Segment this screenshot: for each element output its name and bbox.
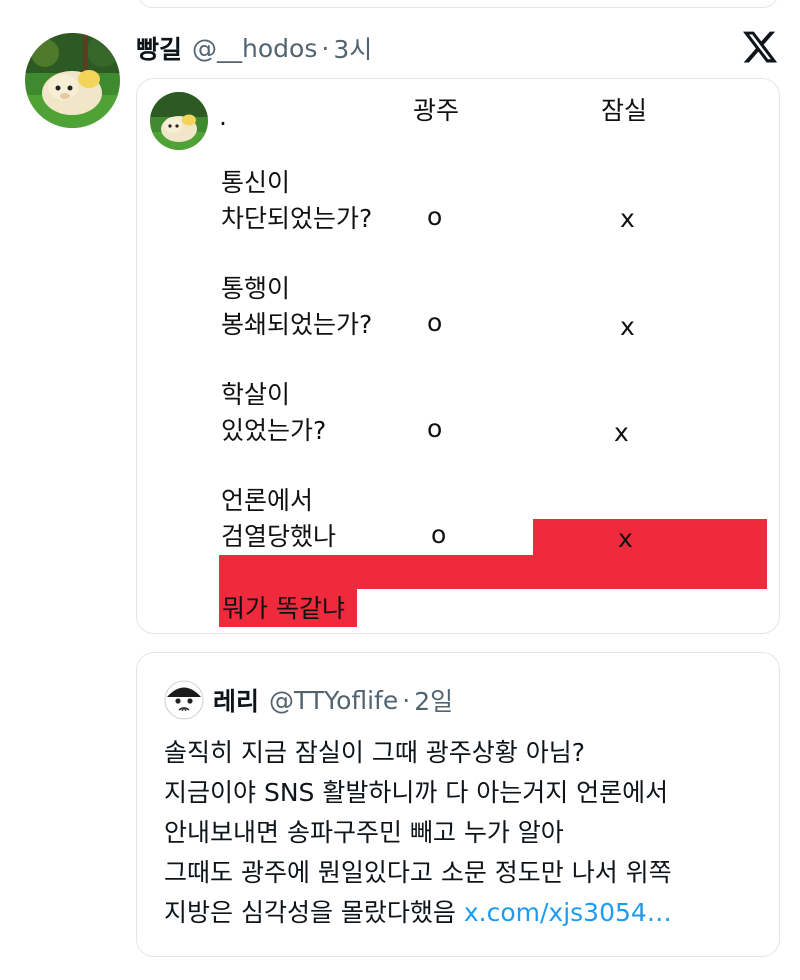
image-dot: . [219,102,227,131]
row-question-line2: 차단되었는가? [221,204,373,233]
quoted-text-line: 그때도 광주에 뭔일있다고 소문 정도만 나서 위쪽 [164,858,672,887]
author-name[interactable]: 빵길 [136,30,182,66]
row-jamsil-mark: x [614,418,629,447]
quoted-text-line: 솔직히 지금 잠실이 그때 광주상황 아님? [164,738,586,767]
row-gwangju-mark: o [427,308,443,337]
quoted-text-line: 안내보내면 송파구주민 빼고 누가 알아 [164,818,564,847]
attached-image[interactable]: . 광주 잠실 통신이 차단되었는가? o x 통행이 봉쇄되었는가? o x … [136,78,780,634]
author-avatar[interactable] [25,33,120,128]
tweet-header: 빵길 @__hodos · 3시 [136,30,372,66]
row-question-line2: 검열당했나 [221,522,337,551]
column-header-jamsil: 잠실 [601,96,648,125]
quoted-text-last-line: 지방은 심각성을 몰랐다했음 x.com/xjs3054… [164,893,672,933]
row-question-line1: 언론에서 [221,486,314,515]
author-handle[interactable]: @__hodos [192,34,317,63]
row-gwangju-mark: o [427,414,443,443]
image-caption: 뭐가 똑같냐 [222,594,345,623]
row-gwangju-mark: o [431,520,447,549]
quoted-author-handle: @TTYoflife [269,685,399,715]
separator-dot: · [321,33,330,63]
quoted-author-name: 레리 [213,687,260,716]
quoted-link[interactable]: x.com/xjs3054… [464,898,672,927]
quoted-text-line-end: 지방은 심각성을 몰랐다했음 [164,898,456,927]
quoted-author-avatar[interactable] [164,680,204,720]
tweet-time[interactable]: 3시 [333,30,372,66]
quoted-text-line: 지금이야 SNS 활발하니까 다 아는거지 언론에서 [164,778,669,807]
row-jamsil-mark: x [620,312,635,341]
image-avatar [150,92,208,150]
column-header-gwangju: 광주 [413,96,460,125]
red-highlight-band [219,555,767,589]
row-gwangju-mark: o [427,202,443,231]
row-question-line2: 있었는가? [221,416,327,445]
quoted-tweet-text: 솔직히 지금 잠실이 그때 광주상황 아님? 지금이야 SNS 활발하니까 다 … [164,733,672,933]
row-jamsil-mark: x [618,524,633,553]
row-question-line1: 학살이 [221,380,291,409]
separator-dot: · [402,685,411,715]
previous-card-edge [137,0,779,8]
quoted-tweet-header: 레리 @TTYoflife · 2일 [213,681,453,719]
row-question-line1: 통신이 [221,168,291,197]
x-logo-icon[interactable] [740,28,780,66]
row-question-line1: 통행이 [221,274,291,303]
quoted-tweet-time: 2일 [414,687,454,716]
row-question-line2: 봉쇄되었는가? [221,310,373,339]
row-jamsil-mark: x [620,204,635,233]
quoted-tweet-card[interactable]: 레리 @TTYoflife · 2일 솔직히 지금 잠실이 그때 광주상황 아님… [136,652,780,957]
